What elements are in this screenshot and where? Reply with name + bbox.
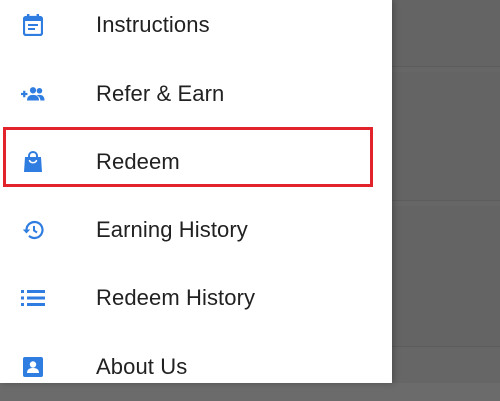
drawer-item-label: Earning History [96, 217, 248, 242]
selected-item-highlight [3, 127, 373, 187]
drawer-item-about-us[interactable]: About Us [0, 333, 392, 401]
drawer-item-instructions[interactable]: Instructions [0, 0, 392, 59]
group-add-icon [21, 82, 45, 106]
background-card [392, 206, 500, 347]
drawer-item-refer-earn[interactable]: Refer & Earn [0, 60, 392, 128]
navigation-drawer: Instructions Refer & Earn Redeem Earning… [0, 0, 392, 383]
contact-card-icon [21, 355, 45, 379]
list-icon [21, 286, 45, 310]
background-card [392, 72, 500, 201]
drawer-item-label: About Us [96, 354, 188, 379]
background-card [392, 0, 500, 67]
drawer-item-label: Refer & Earn [96, 81, 225, 106]
calendar-list-icon [21, 13, 45, 37]
drawer-item-earning-history[interactable]: Earning History [0, 196, 392, 264]
drawer-item-label: Redeem History [96, 285, 256, 310]
drawer-item-label: Instructions [96, 12, 210, 37]
background-app-scrim[interactable] [392, 0, 500, 383]
drawer-item-redeem-history[interactable]: Redeem History [0, 264, 392, 332]
history-icon [21, 218, 45, 242]
